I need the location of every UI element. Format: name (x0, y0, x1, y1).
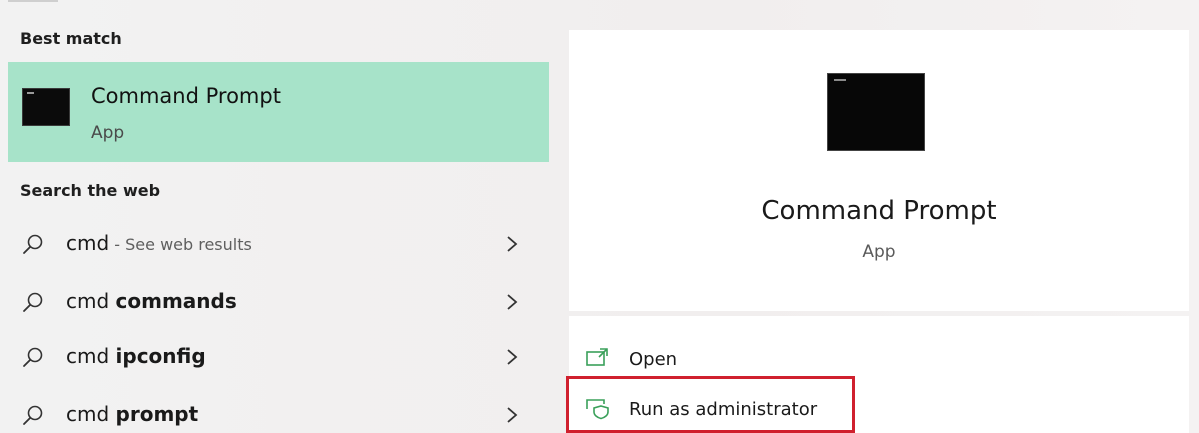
query-text: cmd (66, 289, 116, 313)
web-result-row[interactable]: cmd - See web results (8, 218, 549, 270)
chevron-right-icon[interactable] (505, 234, 519, 254)
best-match-header: Best match (20, 29, 122, 48)
app-actions-card: Open Run as administrator (569, 316, 1189, 433)
search-icon (23, 405, 43, 425)
best-match-result[interactable]: Command Prompt App (8, 62, 549, 162)
web-result-row[interactable]: cmd ipconfig (8, 331, 549, 383)
web-result-text: cmd commands (66, 289, 237, 313)
search-icon (23, 347, 43, 367)
web-result-text: cmd - See web results (66, 231, 252, 255)
query-suggestion: ipconfig (115, 344, 206, 368)
query-suggestion: prompt (115, 402, 199, 426)
query-text: cmd (66, 402, 116, 426)
see-web-results-hint: - See web results (109, 235, 252, 254)
open-action-label: Open (629, 349, 678, 370)
best-match-subtitle: App (91, 123, 125, 143)
open-window-icon (586, 348, 608, 366)
search-web-header: Search the web (20, 181, 161, 200)
web-result-row[interactable]: cmd commands (8, 276, 549, 328)
open-action[interactable]: Open (569, 338, 1189, 382)
chevron-right-icon[interactable] (505, 292, 519, 312)
chevron-right-icon[interactable] (505, 347, 519, 367)
app-preview-card: Command Prompt App (569, 30, 1189, 311)
terminal-icon (827, 73, 925, 151)
top-accent-line (8, 0, 58, 2)
web-result-text: cmd prompt (66, 402, 198, 426)
chevron-right-icon[interactable] (505, 405, 519, 425)
query-text: cmd (66, 344, 116, 368)
windows-search-panel: Best match Command Prompt App Search the… (0, 0, 1199, 433)
query-suggestion: commands (115, 289, 237, 313)
search-icon (23, 234, 43, 254)
run-as-administrator-label: Run as administrator (629, 399, 818, 420)
best-match-title: Command Prompt (91, 84, 281, 108)
shield-run-icon (586, 399, 609, 420)
search-icon (23, 292, 43, 312)
query-text: cmd (66, 231, 110, 255)
web-result-text: cmd ipconfig (66, 344, 206, 368)
terminal-icon (22, 88, 70, 126)
run-as-administrator-action[interactable]: Run as administrator (569, 388, 1189, 432)
web-result-row[interactable]: cmd prompt (8, 389, 549, 433)
search-results-pane: Best match Command Prompt App Search the… (0, 0, 560, 433)
preview-title: Command Prompt (761, 196, 997, 226)
preview-subtitle: App (862, 242, 896, 262)
